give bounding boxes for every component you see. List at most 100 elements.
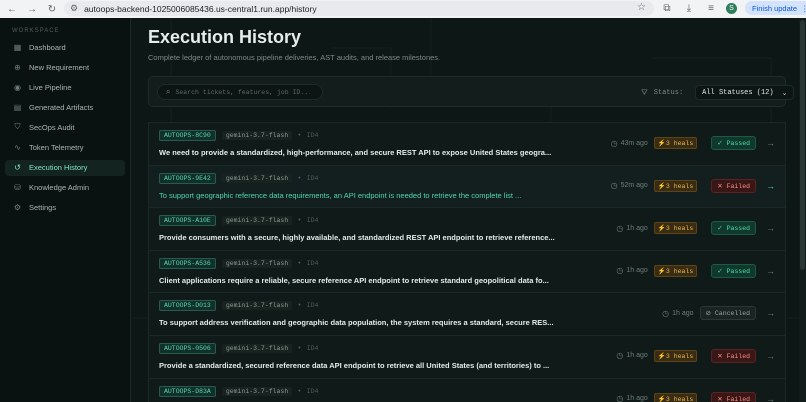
row-status-group: ◷ 1h ago ⊘ Cancelled → xyxy=(662,306,775,321)
download-icon[interactable]: ⤓ xyxy=(682,3,696,14)
row-description[interactable]: We need to provide a standardized, high-… xyxy=(159,148,551,157)
reload-icon[interactable]: ↻ xyxy=(44,1,60,17)
heals-badge: ⚡3 heals xyxy=(653,137,698,149)
separator-dot: • xyxy=(298,132,301,139)
sidebar-item-label: Dashboard xyxy=(29,42,66,52)
separator-dot: • xyxy=(298,302,301,310)
row-meta: AUTOOPS-0506 gemini-3.7-flash • ID4 xyxy=(159,342,319,354)
status-text: Passed xyxy=(726,267,750,275)
model-tag: gemini-3.7-flash xyxy=(221,343,293,353)
row-meta: AUTOOPS-A536 gemini-3.7-flash • ID4 xyxy=(159,257,319,269)
filter-icon: ⛛ xyxy=(641,87,648,97)
address-bar[interactable]: ⚙ autoops-backend-1025006085436.us-centr… xyxy=(64,1,654,16)
sidebar-item-execution-history[interactable]: ↺ Execution History xyxy=(5,159,125,176)
profile-avatar[interactable]: S xyxy=(726,2,737,14)
status-badge: ⊘ Cancelled xyxy=(699,306,756,321)
page-title: Execution History xyxy=(148,27,302,47)
table-row[interactable]: AUTOOPS-0506 gemini-3.7-flash • ID4 Provide … xyxy=(148,334,786,378)
row-description[interactable]: To support address verification and geog… xyxy=(159,318,554,327)
plus-circle-icon: ⊕ xyxy=(14,62,21,72)
ticket-id[interactable]: AUTOOPS-D83A xyxy=(159,385,216,397)
site-settings-icon[interactable]: ⚙ xyxy=(70,3,78,14)
sidebar-nav: ▦ Dashboard ⊕ New Requirement ◉ Live Pipeline… xyxy=(5,39,125,220)
sidebar-item-settings[interactable]: ⚙ Settings xyxy=(5,200,125,216)
bookmark-star-icon[interactable]: ☆ xyxy=(637,2,646,13)
table-row[interactable]: AUTOOPS-D83A gemini-3.7-flash • ID4 ◷ 1h ago ⚡… xyxy=(148,377,786,402)
media-icon[interactable]: ≡ xyxy=(704,3,718,14)
gear-icon: ⚙ xyxy=(13,203,22,213)
sidebar-item-label: Execution History xyxy=(29,163,88,173)
ticket-id[interactable]: AUTOOPS-8C90 xyxy=(159,130,216,141)
row-meta: AUTOOPS-D83A gemini-3.7-flash • ID4 xyxy=(159,385,319,397)
clock-icon: ◷ xyxy=(616,351,624,361)
ticket-id[interactable]: AUTOOPS-A536 xyxy=(159,257,216,269)
open-arrow-icon[interactable]: → xyxy=(766,308,775,318)
ticket-id[interactable]: AUTOOPS-0506 xyxy=(159,342,216,354)
version-tag: ID4 xyxy=(306,344,319,352)
open-arrow-icon[interactable]: → xyxy=(766,351,775,361)
row-description[interactable]: Provide a standardized, secured referenc… xyxy=(159,361,549,370)
open-arrow-icon[interactable]: → xyxy=(766,181,775,191)
sidebar-item-label: SecOps Audit xyxy=(29,122,75,132)
forward-icon[interactable]: → xyxy=(24,1,40,17)
row-time: ◷ 52m ago xyxy=(611,181,648,190)
row-status-group: ◷ 1h ago ⚡3 heals ✓ Passed → xyxy=(616,263,775,278)
search-input[interactable] xyxy=(175,88,311,96)
search-box[interactable]: ⌕ xyxy=(157,84,323,100)
open-arrow-icon[interactable]: → xyxy=(766,266,775,276)
version-tag: ID4 xyxy=(306,259,319,267)
version-tag: ID4 xyxy=(306,302,319,310)
sidebar-item-dashboard[interactable]: ▦ Dashboard xyxy=(5,39,125,55)
row-time: ◷ 1h ago xyxy=(616,351,647,360)
table-row[interactable]: AUTOOPS-A536 gemini-3.7-flash • ID4 Client a… xyxy=(148,249,786,293)
back-icon[interactable]: ← xyxy=(4,1,20,17)
row-status-group: ◷ 1h ago ⚡3 heals ✓ Passed → xyxy=(616,221,775,236)
sidebar-item-secops-audit[interactable]: ⛉ SecOps Audit xyxy=(5,119,125,135)
table-row[interactable]: AUTOOPS-D013 gemini-3.7-flash • ID4 To suppo… xyxy=(148,292,786,335)
model-tag: gemini-3.7-flash xyxy=(221,131,293,140)
finish-update-button[interactable]: Finish update ⋮ xyxy=(745,1,806,15)
scrollbar[interactable] xyxy=(799,18,806,402)
row-description[interactable]: Provide consumers with a secure, highly … xyxy=(159,233,555,242)
extensions-icon[interactable]: ⧉ xyxy=(660,3,674,14)
scrollbar-thumb[interactable] xyxy=(800,20,805,270)
status-filter: ⛛ Status: All Statuses (12) ⌄ xyxy=(641,85,795,100)
failed-icon: ✕ xyxy=(717,395,723,402)
open-arrow-icon[interactable]: → xyxy=(766,138,775,148)
workspace-label: WORKSPACE xyxy=(12,28,60,34)
model-tag: gemini-3.7-flash xyxy=(221,216,293,226)
main-content: Execution History Complete ledger of aut… xyxy=(131,18,806,402)
sidebar-item-token-telemetry[interactable]: ∿ Token Telemetry xyxy=(5,139,125,155)
time-text: 1h ago xyxy=(672,309,694,317)
row-meta: AUTOOPS-A10E gemini-3.7-flash • ID4 xyxy=(159,215,318,227)
clock-icon: ◷ xyxy=(616,394,624,402)
version-tag: ID4 xyxy=(306,132,319,139)
time-text: 43m ago xyxy=(620,139,648,147)
sidebar-item-generated-artifacts[interactable]: ▤ Generated Artifacts xyxy=(5,99,125,115)
ticket-id[interactable]: AUTOOPS-A10E xyxy=(159,215,216,227)
ticket-id[interactable]: AUTOOPS-D013 xyxy=(159,300,216,312)
time-text: 52m ago xyxy=(620,182,648,190)
heals-badge: ⚡3 heals xyxy=(653,264,698,277)
sidebar-item-knowledge-admin[interactable]: ⛁ Knowledge Admin xyxy=(5,180,125,196)
table-row[interactable]: AUTOOPS-9E42 gemini-3.7-flash • ID4 To suppo… xyxy=(148,164,786,208)
separator-dot: • xyxy=(298,259,301,267)
table-row[interactable]: AUTOOPS-8C90 gemini-3.7-flash • ID4 We need … xyxy=(148,122,786,165)
open-arrow-icon[interactable]: → xyxy=(766,394,775,402)
row-description[interactable]: To support geographic reference data req… xyxy=(159,191,521,200)
status-select[interactable]: All Statuses (12) ⌄ xyxy=(695,85,795,100)
open-arrow-icon[interactable]: → xyxy=(766,223,775,233)
sidebar-item-live-pipeline[interactable]: ◉ Live Pipeline xyxy=(5,79,125,95)
passed-icon: ✓ xyxy=(717,225,723,233)
row-time: ◷ 1h ago xyxy=(616,224,647,233)
table-row[interactable]: AUTOOPS-A10E gemini-3.7-flash • ID4 Provide … xyxy=(148,207,786,250)
version-tag: ID4 xyxy=(306,387,319,395)
activity-icon: ∿ xyxy=(14,142,21,152)
sidebar-item-new-requirement[interactable]: ⊕ New Requirement xyxy=(5,59,125,75)
status-text: Passed xyxy=(726,140,750,147)
row-description[interactable]: Client applications require a reliable, … xyxy=(159,276,549,285)
row-status-group: ◷ 1h ago ⚡3 heals ✕ Failed → xyxy=(616,348,775,363)
ticket-id[interactable]: AUTOOPS-9E42 xyxy=(159,172,216,184)
filter-bar: ⌕ ⛛ Status: All Statuses (12) ⌄ xyxy=(148,76,795,107)
url-text[interactable]: autoops-backend-1025006085436.us-central… xyxy=(84,4,317,14)
